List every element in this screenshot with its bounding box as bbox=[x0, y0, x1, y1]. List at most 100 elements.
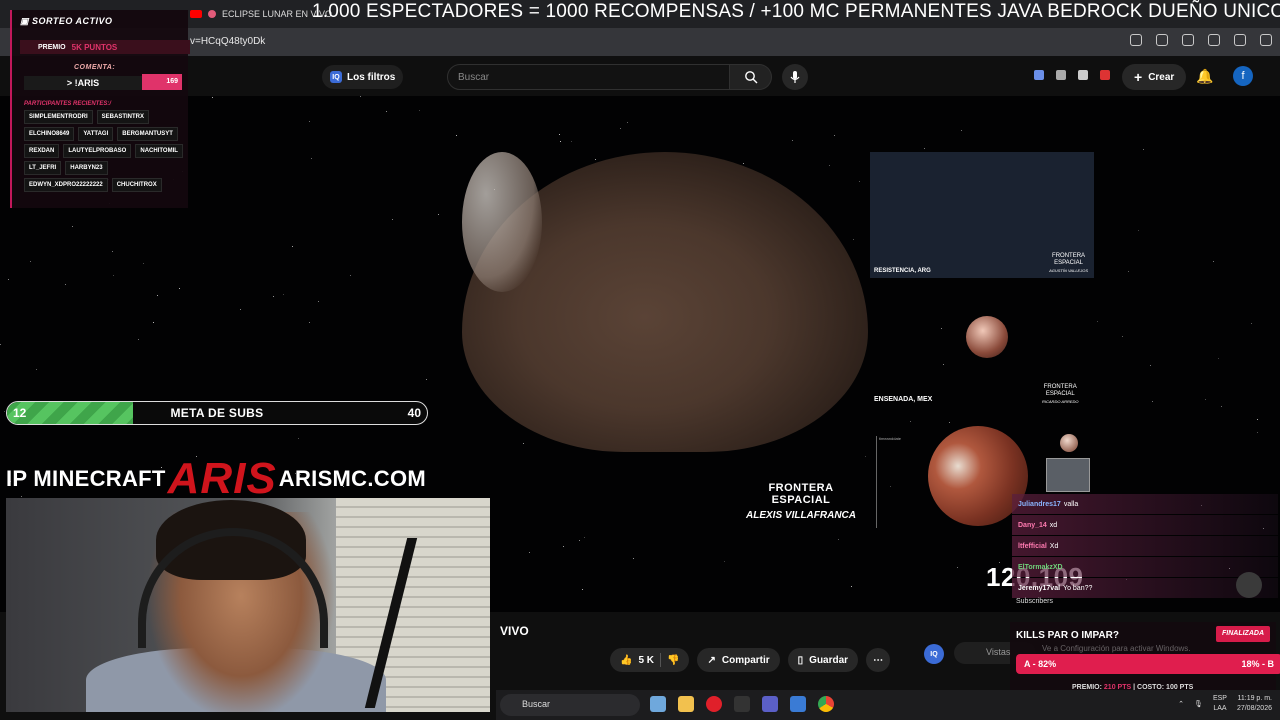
voice-search-button[interactable] bbox=[782, 64, 808, 90]
share-button[interactable]: ↗ Compartir bbox=[697, 648, 780, 672]
star bbox=[571, 141, 572, 142]
scroll-down-button[interactable] bbox=[1236, 572, 1262, 598]
star bbox=[1138, 230, 1139, 231]
alert-icon[interactable] bbox=[1100, 70, 1110, 80]
star bbox=[426, 379, 427, 380]
chat-user: Jeremy17val bbox=[1018, 584, 1061, 592]
moon-lit-edge bbox=[462, 152, 542, 292]
notifications-bell-icon[interactable]: 🔔 bbox=[1196, 68, 1213, 85]
star bbox=[834, 135, 835, 136]
star bbox=[113, 275, 114, 276]
subs-goal-label: META DE SUBS bbox=[170, 406, 264, 420]
account-avatar[interactable]: f bbox=[1233, 66, 1253, 86]
star bbox=[1257, 419, 1258, 420]
like-divider bbox=[660, 653, 662, 667]
save-button[interactable]: ▯ Guardar bbox=[787, 648, 859, 672]
video-actions: 👍 5 K 👎 ↗ Compartir ▯ Guardar ⋯ bbox=[610, 648, 891, 672]
star bbox=[838, 539, 839, 540]
tiny-moon-image bbox=[1060, 434, 1078, 452]
participant-chip: SEBASTINTRX bbox=[96, 110, 150, 124]
chat-message: Dany_14 xd bbox=[1012, 515, 1278, 535]
create-button[interactable]: + Crear bbox=[1122, 64, 1187, 90]
taskbar-search[interactable]: Buscar bbox=[500, 694, 640, 716]
store-icon[interactable] bbox=[790, 696, 806, 712]
search-button[interactable] bbox=[730, 64, 772, 90]
address-bar[interactable]: v=HCqQ48ty0Dk bbox=[0, 28, 1280, 56]
chat-text: Yo ban?? bbox=[1063, 584, 1093, 592]
prize-label: PREMIO bbox=[38, 43, 66, 51]
star bbox=[157, 295, 158, 296]
cast-icon[interactable] bbox=[1130, 34, 1142, 46]
star bbox=[350, 275, 351, 276]
star bbox=[859, 181, 860, 182]
participants-list: SIMPLEMENTRODRI SEBASTINTRX ELCHINO8649 … bbox=[24, 110, 188, 192]
prediction-title: KILLS PAR O IMPAR? bbox=[1016, 630, 1119, 641]
reading-list-icon[interactable] bbox=[1208, 34, 1220, 46]
more-actions-button[interactable]: ⋯ bbox=[866, 648, 891, 672]
frontera-line1: FRONTERA bbox=[768, 482, 834, 494]
star bbox=[298, 438, 299, 439]
chrome-icon[interactable] bbox=[818, 696, 834, 712]
subs-goal-target: 40 bbox=[407, 406, 421, 420]
file-explorer-icon[interactable] bbox=[678, 696, 694, 712]
frontera-line2: ESPACIAL bbox=[771, 494, 831, 506]
star bbox=[283, 294, 284, 295]
star bbox=[1218, 358, 1219, 359]
option-a: A - 82% bbox=[1024, 659, 1057, 669]
frontera-logo-small: FRONTERA ESPACIAL AGUSTÍN VALLEJOS bbox=[1049, 253, 1088, 274]
share-icon: ↗ bbox=[707, 654, 716, 666]
bookmark-star-icon[interactable] bbox=[1156, 34, 1168, 46]
star bbox=[1097, 321, 1098, 322]
url-text[interactable]: v=HCqQ48ty0Dk bbox=[190, 36, 265, 47]
chat-message: Juliandres17 valla bbox=[1012, 494, 1278, 514]
like-button[interactable]: 👍 5 K 👎 bbox=[610, 648, 690, 672]
list-icon[interactable] bbox=[1056, 70, 1066, 80]
filters-label: Los filtros bbox=[347, 71, 396, 83]
star bbox=[1122, 336, 1123, 337]
resistencia-credit: AGUSTÍN VALLEJOS bbox=[1049, 268, 1088, 273]
frontera-espacial-logo: FRONTERA ESPACIAL ALEXIS VILLAFRANCA bbox=[738, 482, 864, 521]
participant-chip: LT_JEFRI bbox=[24, 161, 62, 175]
minecraft-ip-banner: IP MINECRAFT ARIS ARISMC.COM bbox=[6, 457, 426, 501]
extensions-icon[interactable] bbox=[1182, 34, 1194, 46]
thumbs-down-icon[interactable]: 👎 bbox=[667, 655, 679, 666]
like-count: 5 K bbox=[638, 654, 655, 666]
star bbox=[1143, 149, 1144, 150]
profile-icon[interactable] bbox=[1234, 34, 1246, 46]
iq-round-icon[interactable]: IQ bbox=[924, 644, 944, 664]
star bbox=[949, 422, 950, 423]
star bbox=[792, 140, 793, 141]
logo-line2: ESPACIAL bbox=[1054, 260, 1083, 266]
star bbox=[627, 122, 628, 123]
browser-tab[interactable]: ECLIPSE LUNAR EN VIVO bbox=[190, 4, 332, 24]
iq-icon[interactable] bbox=[1034, 70, 1044, 80]
search-input[interactable]: Buscar bbox=[447, 64, 730, 90]
kebab-menu-icon[interactable] bbox=[1260, 34, 1272, 46]
person-icon[interactable] bbox=[1078, 70, 1088, 80]
participants-label: PARTICIPANTES RECIENTES:/ bbox=[24, 101, 112, 107]
recording-dot-icon bbox=[208, 10, 216, 18]
giveaway-panel: ▣ SORTEO ACTIVO PREMIO 5K PUNTOS COMENTA… bbox=[10, 10, 190, 208]
chevron-up-icon[interactable]: ⌃ bbox=[1178, 700, 1184, 708]
star bbox=[1205, 399, 1206, 400]
clock[interactable]: 11:19 p. m. 27/08/2026 bbox=[1237, 694, 1272, 714]
microphone-tray-icon[interactable]: 🎙 bbox=[1194, 700, 1203, 708]
widget-icon[interactable] bbox=[650, 696, 666, 712]
language-indicator[interactable]: ESP LAA bbox=[1213, 694, 1227, 714]
filters-button[interactable]: IQ Los filtros bbox=[322, 65, 404, 89]
teams-icon[interactable] bbox=[762, 696, 778, 712]
app-icon[interactable] bbox=[734, 696, 750, 712]
subs-goal-bar: 12 META DE SUBS 40 bbox=[6, 401, 428, 425]
screen: ECLIPSE LUNAR EN VIVO 1.000 ESPECTADORES… bbox=[0, 0, 1280, 720]
star bbox=[865, 456, 866, 457]
star bbox=[1257, 432, 1258, 433]
star bbox=[851, 586, 852, 587]
prediction-panel: KILLS PAR O IMPAR? FINALIZADA Ve a Confi… bbox=[1010, 622, 1280, 696]
participant-chip: REXDAN bbox=[24, 144, 60, 158]
opera-icon[interactable] bbox=[706, 696, 722, 712]
create-label: Crear bbox=[1148, 71, 1175, 83]
chat-message: ltfefficial Xd bbox=[1012, 536, 1278, 556]
participant-chip: NACHITOMIL bbox=[135, 144, 183, 158]
star bbox=[456, 135, 457, 136]
star bbox=[724, 561, 725, 562]
